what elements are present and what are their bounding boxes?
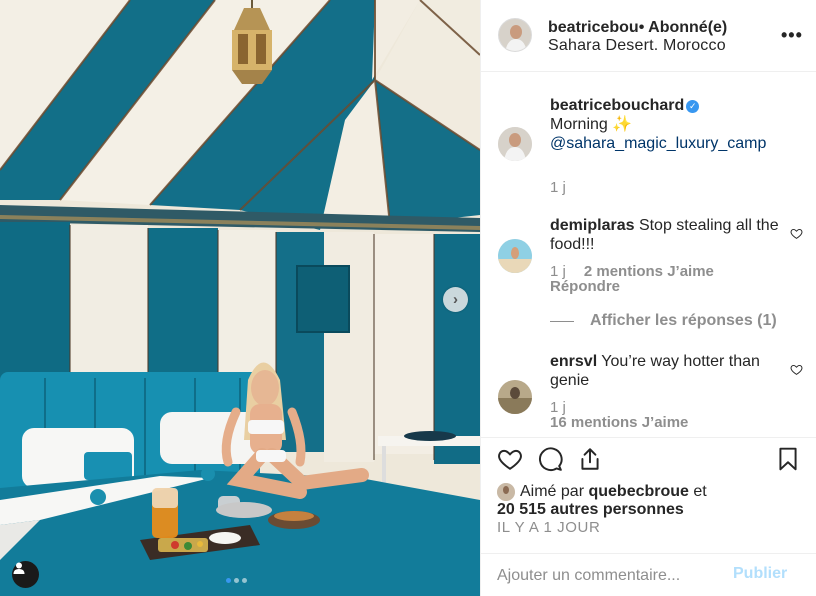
likes-summary: Aimé par quebecbroue et 20 515 autres pe… <box>497 480 807 519</box>
avatar-image <box>497 483 515 501</box>
caption-username[interactable]: beatricebouchard <box>550 97 684 114</box>
carousel-dot <box>242 578 247 583</box>
view-replies-button[interactable]: Afficher les réponses (1) <box>550 312 777 330</box>
likes-count[interactable]: 20 515 autres personnes <box>497 501 684 518</box>
chevron-right-icon: › <box>453 291 458 308</box>
carousel-dot <box>226 578 231 583</box>
post-comment-button[interactable]: Publier <box>733 565 787 583</box>
tagged-users-button[interactable] <box>12 561 39 588</box>
author-username[interactable]: beatricebou <box>548 19 639 36</box>
liker-avatar[interactable] <box>497 483 515 501</box>
comment-username[interactable]: enrsvl <box>550 353 597 370</box>
comment-input[interactable] <box>497 564 727 588</box>
carousel-dots <box>226 578 247 583</box>
avatar-image <box>498 127 532 161</box>
avatar-image <box>498 380 532 414</box>
comments-list[interactable]: beatricebouchard ✓ Morning ✨ @sahara_magi… <box>481 73 816 437</box>
following-status[interactable]: Abonné(e) <box>648 19 727 36</box>
post-timestamp[interactable]: IL Y A 1 JOUR <box>497 519 600 536</box>
caption-avatar[interactable] <box>498 127 532 161</box>
caption-text: beatricebouchard ✓ Morning ✨ @sahara_magi… <box>550 96 800 153</box>
comment-like-count[interactable]: 16 mentions J’aime <box>550 414 688 431</box>
likes-prefix: Aimé par <box>520 483 585 500</box>
comment-text: enrsvl You’re way hotter than genie <box>550 352 800 390</box>
comment-composer: Publier <box>481 553 816 596</box>
commenter-avatar[interactable] <box>498 380 532 414</box>
view-replies-label: Afficher les réponses (1) <box>590 312 777 329</box>
next-slide-button[interactable]: › <box>443 287 468 312</box>
likes-conjunction: et <box>693 483 707 500</box>
more-options-icon[interactable]: ••• <box>781 25 803 46</box>
avatar-image <box>498 239 532 273</box>
share-icon[interactable] <box>577 446 603 472</box>
header-user-line: beatricebou• Abonné(e) <box>548 19 727 37</box>
post-actions-bar <box>481 437 816 477</box>
post-sidebar: beatricebou• Abonné(e) Sahara Desert. Mo… <box>480 0 816 596</box>
replies-divider <box>550 320 574 322</box>
tent-scene <box>0 0 480 596</box>
like-comment-heart-icon[interactable] <box>790 227 803 240</box>
verified-badge-icon: ✓ <box>686 100 700 113</box>
post-photo[interactable]: › <box>0 0 480 596</box>
post-location[interactable]: Sahara Desert. Morocco <box>548 37 726 55</box>
comment-bubble-icon[interactable] <box>537 446 563 472</box>
caption-body: Morning ✨ <box>550 116 633 133</box>
save-bookmark-icon[interactable] <box>775 446 801 472</box>
like-heart-icon[interactable] <box>497 446 523 472</box>
commenter-avatar[interactable] <box>498 239 532 273</box>
liker-username[interactable]: quebecbroue <box>588 483 688 500</box>
header-separator: • <box>638 19 645 36</box>
person-icon <box>13 562 25 574</box>
reply-button[interactable]: Répondre <box>550 278 620 295</box>
carousel-dot <box>234 578 239 583</box>
post-header: beatricebou• Abonné(e) Sahara Desert. Mo… <box>481 0 816 72</box>
comment-text: demiplaras Stop stealing all the food!!! <box>550 216 800 254</box>
author-avatar[interactable] <box>498 18 532 52</box>
avatar-image <box>499 19 531 51</box>
comment-username[interactable]: demiplaras <box>550 217 634 234</box>
caption-age[interactable]: 1 j <box>550 179 566 196</box>
like-comment-heart-icon[interactable] <box>790 363 803 376</box>
caption-mention-link[interactable]: @sahara_magic_luxury_camp <box>550 135 766 152</box>
